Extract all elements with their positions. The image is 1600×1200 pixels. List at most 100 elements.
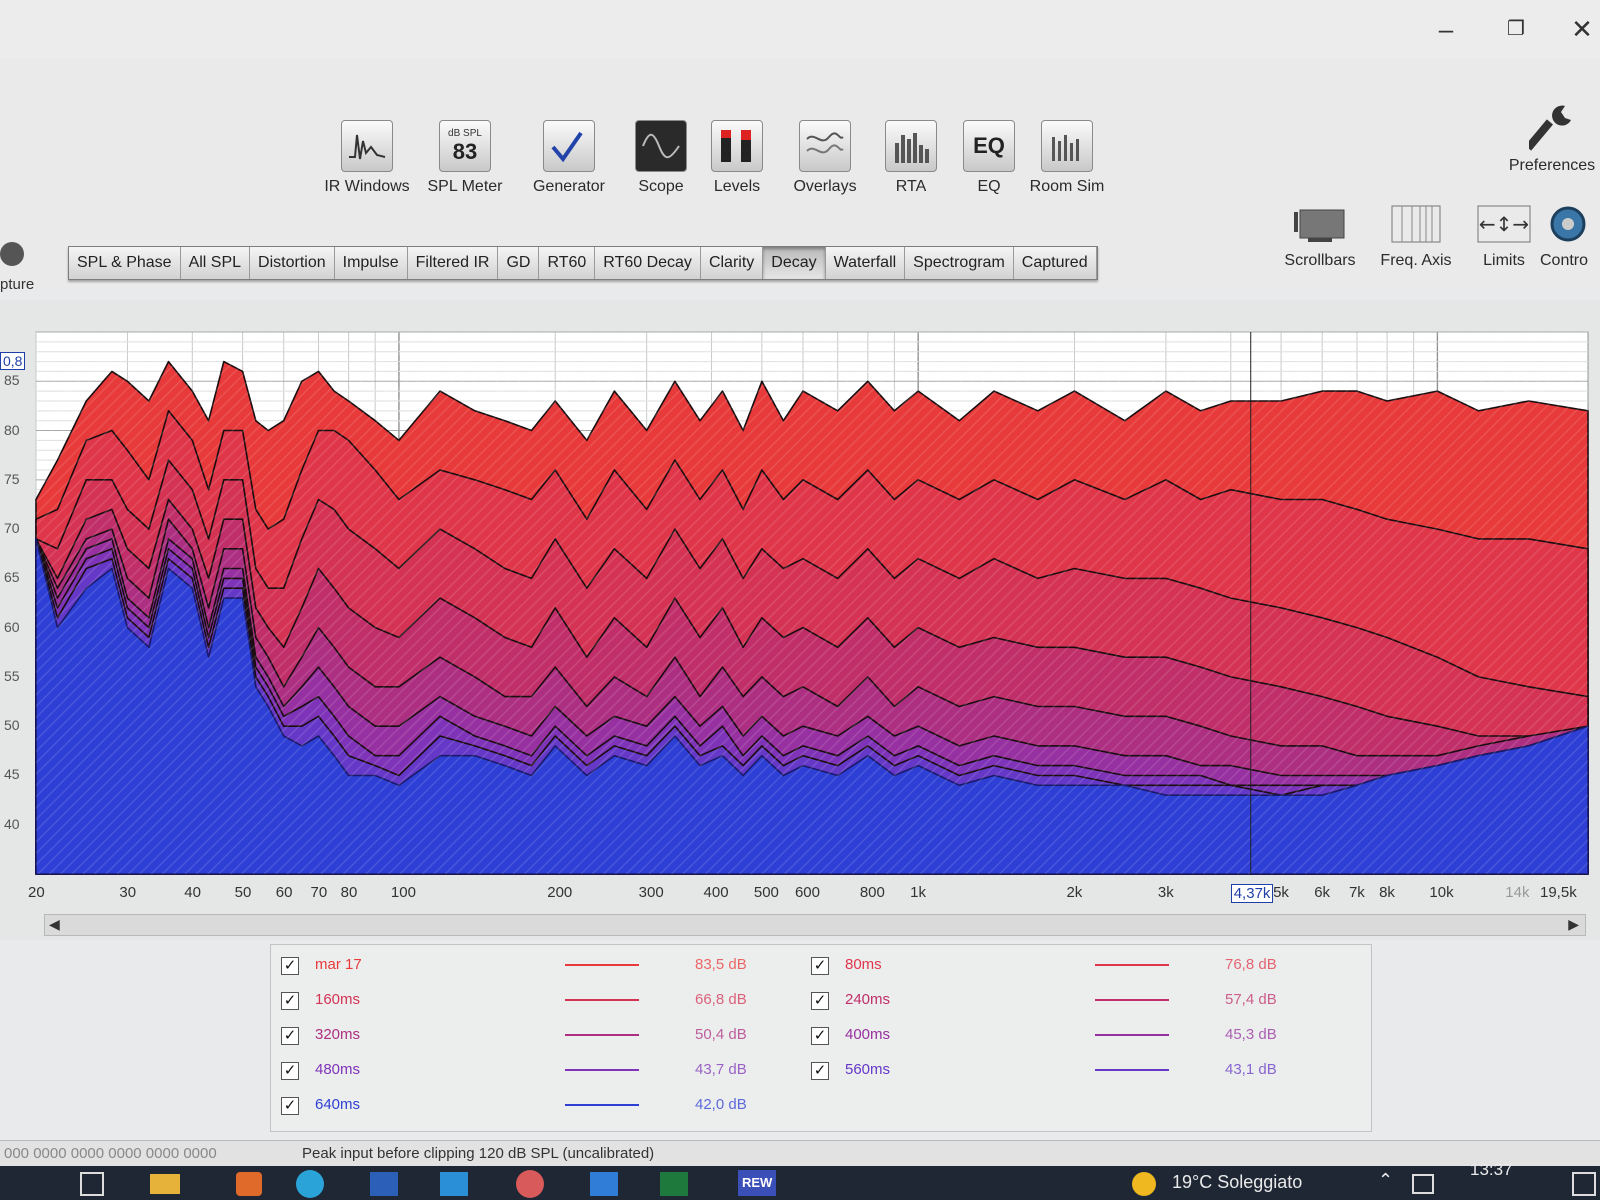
tab-captured[interactable]: Captured: [1013, 247, 1097, 279]
status-counters: 000 0000 0000 0000 0000 0000: [4, 1145, 217, 1162]
legend-checkbox[interactable]: ✓: [281, 1027, 299, 1045]
main-toolbar: IR Windows dB SPL 83 SPL Meter Generator…: [0, 58, 1600, 324]
clock-time[interactable]: 13:37: [1470, 1160, 1513, 1180]
freq-axis-icon: [1388, 204, 1444, 244]
room-sim-button[interactable]: Room Sim: [1022, 120, 1112, 196]
legend-value: 42,0 dB: [695, 1096, 747, 1113]
overlays-icon: [799, 120, 851, 172]
eq-button[interactable]: EQ EQ: [944, 120, 1034, 196]
decay-graph-area: 85 80 75 70 65 60 55 50 45 40 0,8 20 30 40 50 60 70 80 1…: [0, 300, 1600, 940]
ir-windows-icon: [341, 120, 393, 172]
x-tick-label: 80: [340, 884, 358, 901]
x-cursor-label[interactable]: 4,37k: [1230, 884, 1274, 903]
x-tick-label: 400: [703, 884, 729, 901]
status-message: Peak input before clipping 120 dB SPL (u…: [302, 1145, 655, 1162]
spl-meter-icon: dB SPL 83: [439, 120, 491, 172]
levels-button[interactable]: Levels: [692, 120, 782, 196]
preferences-button[interactable]: Preferences: [1504, 102, 1600, 175]
rta-icon: [885, 120, 937, 172]
close-icon[interactable]: ✕: [1562, 14, 1600, 44]
tray-chevron-icon[interactable]: ⌃: [1378, 1170, 1393, 1191]
x-tick-label: 500: [753, 884, 779, 901]
tab-spl-phase[interactable]: SPL & Phase: [69, 247, 181, 279]
task-view-icon[interactable]: [80, 1172, 104, 1196]
freq-axis-button[interactable]: Freq. Axis: [1370, 204, 1462, 270]
legend-label: 400ms: [845, 1026, 891, 1043]
legend-label: mar 17: [315, 956, 362, 973]
legend-swatch: [1095, 999, 1169, 1001]
legend-checkbox[interactable]: ✓: [811, 957, 829, 975]
legend-swatch: [1095, 1069, 1169, 1071]
controls-button[interactable]: Contro: [1536, 204, 1600, 270]
word-icon[interactable]: [370, 1172, 398, 1196]
spl-meter-label: SPL Meter: [427, 178, 503, 195]
capture-icon[interactable]: [0, 242, 24, 266]
excel-icon[interactable]: [660, 1172, 688, 1196]
legend-label: 80ms: [845, 956, 882, 973]
legend-checkbox[interactable]: ✓: [281, 992, 299, 1010]
controls-label: Contro: [1540, 252, 1589, 269]
legend-checkbox[interactable]: ✓: [281, 1097, 299, 1115]
x-tick-label: 2k: [1066, 884, 1083, 901]
browser-icon[interactable]: [516, 1170, 544, 1198]
traces-legend: ✓ mar 17 83,5 dB ✓ 80ms 76,8 dB ✓ 160ms 66,8 dB ✓…: [270, 944, 1372, 1132]
rta-button[interactable]: RTA: [866, 120, 956, 196]
folder-icon[interactable]: [150, 1174, 180, 1194]
tab-spectrogram[interactable]: Spectrogram: [905, 247, 1014, 279]
rew-window: – ❐ ✕ IR Windows dB SPL 83 SPL Meter Gen…: [0, 0, 1600, 1200]
tab-gd[interactable]: GD: [498, 247, 540, 279]
overlays-button[interactable]: Overlays: [780, 120, 870, 196]
y-tick-label: 85: [4, 372, 20, 389]
legend-checkbox[interactable]: ✓: [281, 1062, 299, 1080]
app-icon[interactable]: [236, 1172, 262, 1196]
legend-checkbox[interactable]: ✓: [811, 1062, 829, 1080]
overlays-label: Overlays: [793, 178, 857, 195]
legend-checkbox[interactable]: ✓: [811, 1027, 829, 1045]
wrench-icon: [1525, 105, 1571, 151]
legend-value: 43,7 dB: [695, 1061, 747, 1078]
edge-icon[interactable]: [296, 1170, 324, 1198]
tab-rt60-decay[interactable]: RT60 Decay: [595, 247, 701, 279]
legend-swatch: [1095, 964, 1169, 966]
legend-item: ✓ 160ms 66,8 dB: [275, 988, 815, 1018]
legend-label: 240ms: [845, 991, 891, 1008]
horizontal-scrollbar[interactable]: ◀ ▶: [44, 914, 1586, 936]
mail-icon[interactable]: [590, 1172, 618, 1196]
legend-checkbox[interactable]: ✓: [811, 992, 829, 1010]
spl-meter-button[interactable]: dB SPL 83 SPL Meter: [420, 120, 510, 196]
legend-swatch: [1095, 1034, 1169, 1036]
legend-value: 43,1 dB: [1225, 1061, 1277, 1078]
restore-icon[interactable]: ❐: [1496, 14, 1536, 44]
x-tick-label: 600: [794, 884, 820, 901]
notifications-icon[interactable]: [1572, 1172, 1596, 1196]
minimize-icon[interactable]: –: [1426, 14, 1466, 44]
x-tick-label: 14k: [1505, 884, 1530, 901]
rew-taskbar-button[interactable]: REW: [738, 1170, 777, 1196]
decay-chart[interactable]: [0, 300, 1600, 900]
tab-impulse[interactable]: Impulse: [334, 247, 408, 279]
x-tick-label: 6k: [1314, 884, 1331, 901]
scroll-left-icon[interactable]: ◀: [49, 916, 60, 933]
legend-item: ✓ 480ms 43,7 dB: [275, 1058, 815, 1088]
x-tick-label: 8k: [1379, 884, 1395, 901]
ir-windows-button[interactable]: IR Windows: [322, 120, 412, 196]
tab-all-spl[interactable]: All SPL: [180, 247, 251, 279]
scrollbars-button[interactable]: Scrollbars: [1274, 204, 1366, 270]
store-icon[interactable]: [440, 1172, 468, 1196]
tab-waterfall[interactable]: Waterfall: [825, 247, 906, 279]
weather-text[interactable]: 19°C Soleggiato: [1172, 1172, 1302, 1193]
tab-distortion[interactable]: Distortion: [250, 247, 335, 279]
tab-filtered-ir[interactable]: Filtered IR: [407, 247, 499, 279]
tab-decay[interactable]: Decay: [763, 247, 826, 279]
levels-icon: [711, 120, 763, 172]
legend-swatch: [565, 1104, 639, 1106]
camera-icon[interactable]: [1412, 1174, 1434, 1194]
scroll-right-icon[interactable]: ▶: [1568, 916, 1579, 933]
generator-button[interactable]: Generator: [524, 120, 614, 196]
y-top-value[interactable]: 0,8: [0, 352, 26, 370]
limits-icon: ←↕→: [1476, 204, 1532, 244]
legend-checkbox[interactable]: ✓: [281, 957, 299, 975]
tab-clarity[interactable]: Clarity: [700, 247, 764, 279]
x-tick-label: 70: [310, 884, 328, 901]
tab-rt60[interactable]: RT60: [539, 247, 596, 279]
